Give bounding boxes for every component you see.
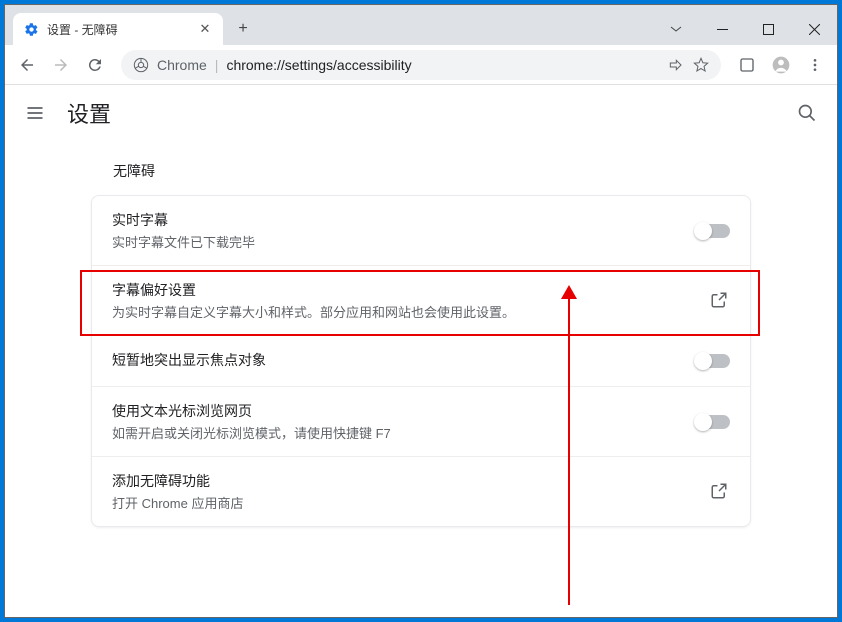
address-origin: Chrome xyxy=(157,57,207,73)
toggle-caret-browsing[interactable] xyxy=(696,415,730,429)
page-title: 设置 xyxy=(67,97,111,129)
back-button[interactable] xyxy=(13,51,41,79)
row-title: 添加无障碍功能 xyxy=(112,471,694,491)
row-subtitle: 如需开启或关闭光标浏览模式，请使用快捷键 F7 xyxy=(112,423,680,442)
dropdown-icon[interactable] xyxy=(653,13,699,45)
toggle-live-caption[interactable] xyxy=(696,224,730,238)
toggle-focus-highlight[interactable] xyxy=(696,354,730,368)
external-link-icon[interactable] xyxy=(710,291,730,311)
settings-header: 设置 xyxy=(5,85,837,141)
row-subtitle: 为实时字幕自定义字幕大小和样式。部分应用和网站也会使用此设置。 xyxy=(112,302,694,321)
page-content: 设置 无障碍 实时字幕 实时字幕文件已下载完毕 字幕偏好设置 xyxy=(5,85,837,617)
row-caption-preferences[interactable]: 字幕偏好设置 为实时字幕自定义字幕大小和样式。部分应用和网站也会使用此设置。 xyxy=(92,266,750,336)
address-divider: | xyxy=(215,57,219,73)
extensions-icon[interactable] xyxy=(733,51,761,79)
row-subtitle: 实时字幕文件已下载完毕 xyxy=(112,232,680,251)
row-title: 字幕偏好设置 xyxy=(112,280,694,300)
settings-card: 实时字幕 实时字幕文件已下载完毕 字幕偏好设置 为实时字幕自定义字幕大小和样式。… xyxy=(91,195,751,527)
address-path: chrome://settings/accessibility xyxy=(226,57,411,73)
section-title: 无障碍 xyxy=(91,141,751,195)
gear-icon xyxy=(23,21,39,37)
menu-icon[interactable] xyxy=(801,51,829,79)
row-title: 使用文本光标浏览网页 xyxy=(112,401,680,421)
profile-icon[interactable] xyxy=(767,51,795,79)
minimize-button[interactable] xyxy=(699,13,745,45)
address-bar[interactable]: Chrome | chrome://settings/accessibility xyxy=(121,50,721,80)
reload-button[interactable] xyxy=(81,51,109,79)
close-window-button[interactable] xyxy=(791,13,837,45)
row-live-caption[interactable]: 实时字幕 实时字幕文件已下载完毕 xyxy=(92,196,750,266)
tab-strip: 设置 - 无障碍 ✕ + xyxy=(5,5,257,45)
window-titlebar: 设置 - 无障碍 ✕ + xyxy=(5,5,837,45)
new-tab-button[interactable]: + xyxy=(229,15,257,43)
accessibility-section: 无障碍 实时字幕 实时字幕文件已下载完毕 字幕偏好设置 为实时字幕自定义字幕大小… xyxy=(81,141,761,527)
close-tab-icon[interactable]: ✕ xyxy=(197,21,213,37)
toolbar: Chrome | chrome://settings/accessibility xyxy=(5,45,837,85)
external-link-icon[interactable] xyxy=(710,482,730,502)
hamburger-icon[interactable] xyxy=(23,101,47,125)
share-icon[interactable] xyxy=(667,57,683,73)
search-icon[interactable] xyxy=(795,101,819,125)
tab-title: 设置 - 无障碍 xyxy=(47,21,189,38)
maximize-button[interactable] xyxy=(745,13,791,45)
forward-button[interactable] xyxy=(47,51,75,79)
chrome-icon xyxy=(133,57,149,73)
row-caret-browsing[interactable]: 使用文本光标浏览网页 如需开启或关闭光标浏览模式，请使用快捷键 F7 xyxy=(92,387,750,457)
row-subtitle: 打开 Chrome 应用商店 xyxy=(112,493,694,512)
row-focus-highlight[interactable]: 短暂地突出显示焦点对象 xyxy=(92,336,750,387)
row-webstore[interactable]: 添加无障碍功能 打开 Chrome 应用商店 xyxy=(92,457,750,526)
window-controls xyxy=(653,13,837,45)
row-title: 实时字幕 xyxy=(112,210,680,230)
row-title: 短暂地突出显示焦点对象 xyxy=(112,350,680,370)
browser-tab[interactable]: 设置 - 无障碍 ✕ xyxy=(13,13,223,45)
bookmark-icon[interactable] xyxy=(693,57,709,73)
